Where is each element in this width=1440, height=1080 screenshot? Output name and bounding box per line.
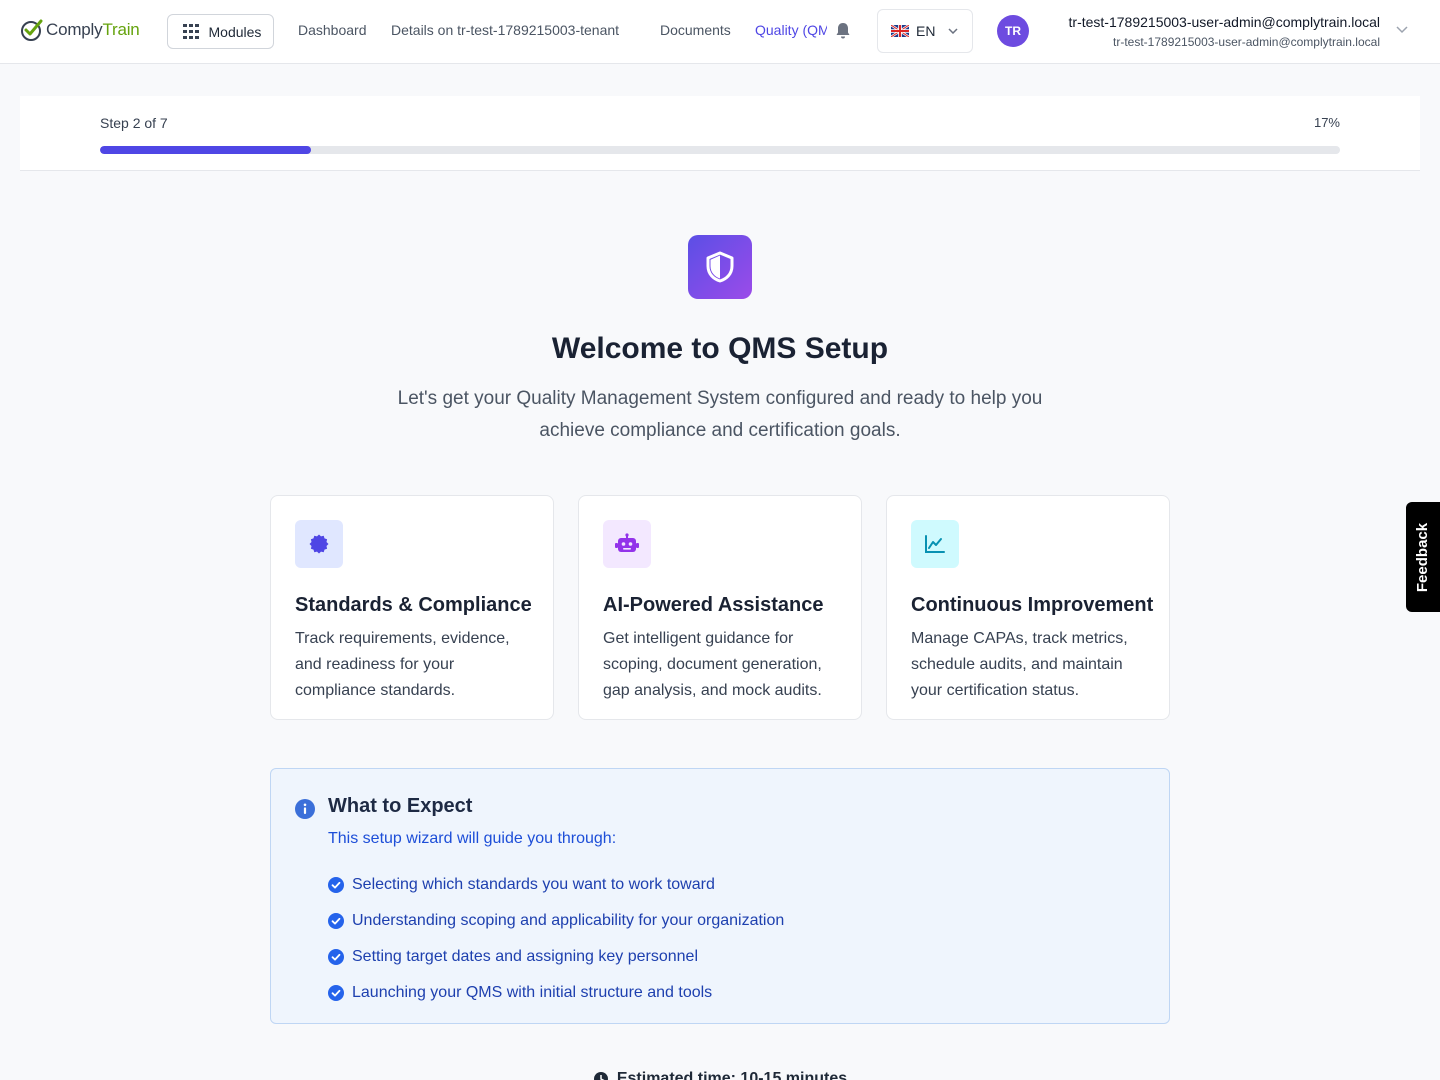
robot-icon (603, 520, 651, 568)
language-selector[interactable]: EN (877, 9, 973, 53)
page-title: Welcome to QMS Setup (551, 332, 889, 365)
card-title: AI-Powered Assistance (603, 594, 824, 616)
feature-card-continuous-improvement: Continuous Improvement Manage CAPAs, tra… (886, 495, 1170, 720)
list-item: Launching your QMS with initial structur… (328, 975, 784, 1011)
nav-dashboard[interactable]: Dashboard (298, 22, 367, 38)
list-item-text: Launching your QMS with initial structur… (352, 984, 713, 1001)
logo-text: ComplyTrain (46, 20, 140, 40)
grid-icon (183, 23, 199, 40)
progress-bar (100, 146, 1340, 154)
list-item: Selecting which standards you want to wo… (328, 867, 784, 903)
badge-icon (295, 520, 343, 568)
card-title: Continuous Improvement (911, 594, 1154, 616)
card-description: Get intelligent guidance for scoping, do… (603, 630, 822, 699)
check-circle-icon (328, 949, 344, 965)
chevron-down-icon (948, 28, 958, 34)
language-label: EN (916, 23, 936, 39)
logo-text-train: Train (102, 20, 140, 39)
clock-icon (593, 1072, 608, 1080)
feature-card-standards: Standards & Compliance Track requirement… (270, 495, 554, 720)
list-item: Setting target dates and assigning key p… (328, 939, 784, 975)
feature-card-ai-assistance: AI-Powered Assistance Get intelligent gu… (578, 495, 862, 720)
list-item-text: Selecting which standards you want to wo… (352, 876, 715, 893)
step-indicator: Step 2 of 7 (100, 115, 168, 131)
list-item-text: Setting target dates and assigning key p… (352, 948, 699, 965)
check-circle-icon (328, 985, 344, 1001)
nav-quality-qms[interactable]: Quality (QMS) (755, 22, 827, 38)
user-name[interactable]: tr-test-1789215003-user-admin@complytrai… (1069, 14, 1380, 30)
feedback-button[interactable]: Feedback (1406, 502, 1440, 612)
nav-documents[interactable]: Documents (660, 22, 731, 38)
modules-label: Modules (208, 23, 262, 40)
feedback-label: Feedback (1414, 522, 1432, 592)
expect-intro: This setup wizard will guide you through… (328, 830, 617, 847)
progress-percent: 17% (1313, 115, 1340, 130)
modules-button[interactable]: Modules (167, 14, 274, 49)
card-title: Standards & Compliance (295, 594, 532, 616)
what-to-expect-panel: What to Expect This setup wizard will gu… (270, 768, 1170, 1024)
expect-list: Selecting which standards you want to wo… (328, 867, 784, 1011)
top-navigation-bar: ComplyTrain Modules Dashboard Details on… (0, 0, 1440, 64)
logo-text-comply: Comply (46, 20, 103, 39)
user-menu-chevron-down-icon[interactable] (1396, 26, 1408, 34)
user-email: tr-test-1789215003-user-admin@complytrai… (1113, 35, 1380, 49)
expect-title: What to Expect (328, 795, 473, 817)
uk-flag-icon (891, 25, 909, 37)
setup-progress-panel: Step 2 of 7 17% (20, 96, 1420, 171)
complytrain-logo[interactable]: ComplyTrain (20, 18, 140, 42)
check-circle-logo-icon (21, 19, 43, 41)
list-item-text: Understanding scoping and applicability … (352, 912, 785, 929)
check-circle-icon (328, 877, 344, 893)
estimated-time-text: Estimated time: 10-15 minutes (616, 1070, 848, 1080)
nav-tenant-details[interactable]: Details on tr-test-1789215003-tenant (391, 22, 619, 38)
page-subtitle: Let's get your Quality Management System… (397, 388, 1043, 441)
progress-bar-fill (100, 146, 311, 154)
shield-icon (688, 235, 752, 299)
card-description: Track requirements, evidence, and readin… (295, 630, 510, 699)
check-circle-icon (328, 913, 344, 929)
user-avatar[interactable]: TR (997, 15, 1029, 47)
chart-line-icon (911, 520, 959, 568)
card-description: Manage CAPAs, track metrics, schedule au… (911, 630, 1128, 699)
info-icon (295, 799, 315, 819)
list-item: Understanding scoping and applicability … (328, 903, 784, 939)
bell-icon[interactable] (835, 22, 851, 40)
estimated-time: Estimated time: 10-15 minutes (0, 1070, 1440, 1080)
